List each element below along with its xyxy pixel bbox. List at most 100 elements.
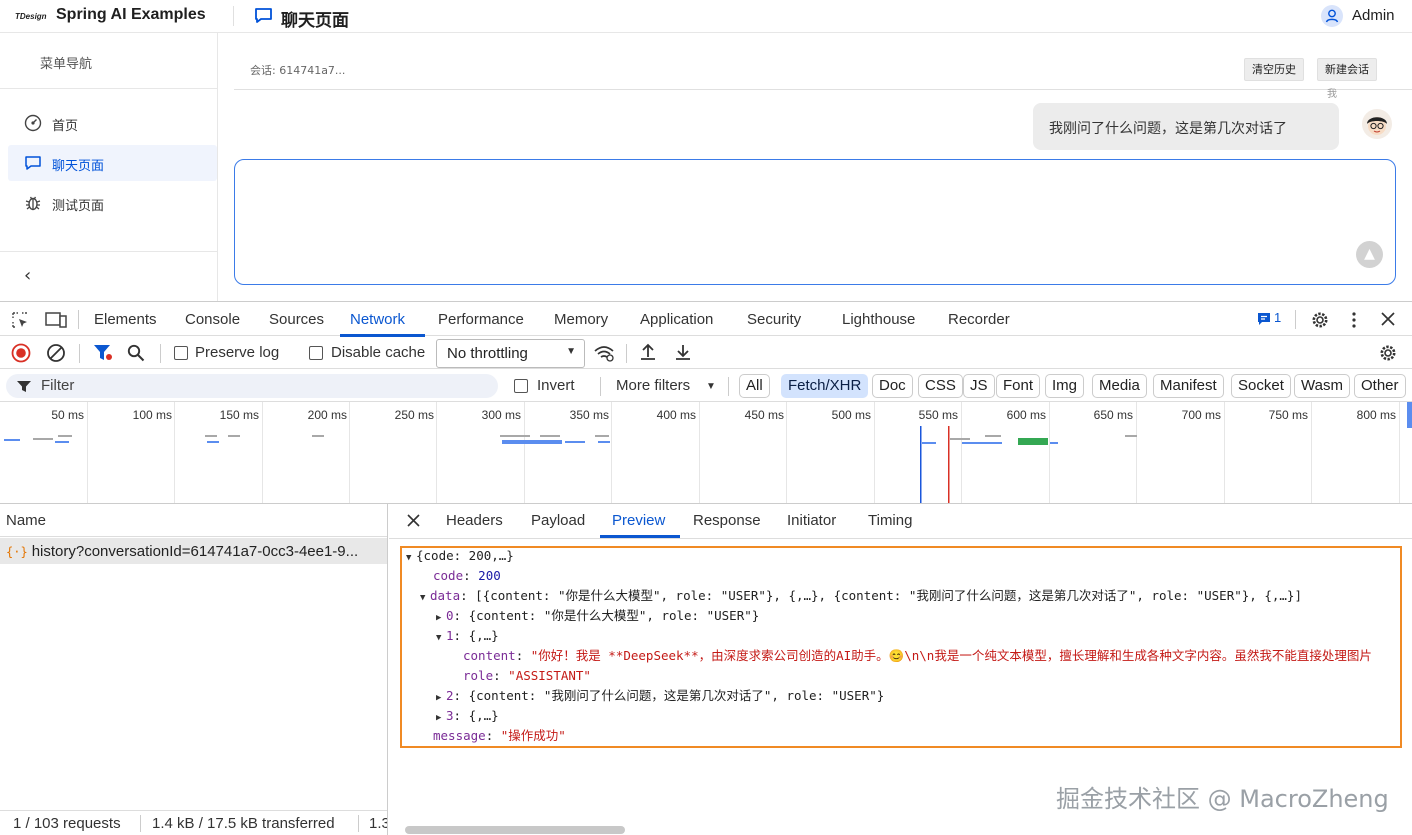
chat-icon	[25, 156, 41, 170]
sidebar-item-home[interactable]: 首页	[8, 105, 217, 141]
throttling-select[interactable]: No throttling ▼	[436, 339, 585, 368]
send-icon[interactable]: ▲	[1356, 241, 1383, 268]
download-icon[interactable]	[674, 343, 692, 361]
json-preview-panel: ▼ {code: 200,…} code: 200 ▼ data: [{conten…	[400, 546, 1402, 748]
preserve-log-label: Preserve log	[195, 344, 280, 361]
close-devtools-icon[interactable]	[1381, 312, 1395, 326]
json-string-value: "操作成功"	[500, 728, 566, 743]
json-item-1-node[interactable]: ▼ 1: {,…}	[436, 626, 499, 646]
json-item-0-node[interactable]: ▶ 0: {content: "你是什么大模型", role: "USER"}	[436, 606, 759, 626]
record-stop-icon[interactable]	[11, 343, 31, 363]
search-icon[interactable]	[127, 344, 145, 362]
chat-panel: 会话: 614741a7... 清空历史 新建会话 我 我刚问了什么问题，这是第…	[218, 33, 1412, 301]
json-key: role	[463, 668, 494, 683]
chat-input[interactable]: ▲	[234, 159, 1396, 285]
tdesign-logo: TDesign	[15, 12, 47, 21]
issues-icon[interactable]	[1257, 312, 1271, 326]
type-filter-fetch-xhr[interactable]: Fetch/XHR	[781, 374, 869, 398]
tab-network[interactable]: Network	[350, 311, 405, 328]
settings-gear-icon[interactable]	[1310, 310, 1330, 330]
request-name: history?conversationId=614741a7-0cc3-4ee…	[31, 543, 359, 560]
json-key: 2	[446, 688, 454, 703]
disable-cache-checkbox[interactable]	[309, 346, 323, 360]
json-item-3-node[interactable]: ▶ 3: {,…}	[436, 706, 499, 726]
json-data-node[interactable]: ▼ data: [{content: "你是什么大模型", role: "USER…	[420, 586, 1302, 606]
json-string-value: "你好！我是 **DeepSeek**，由深度求索公司创造的AI助手。😊\n\n…	[530, 648, 1372, 663]
type-filter-media[interactable]: Media	[1092, 374, 1147, 398]
upload-icon[interactable]	[639, 343, 657, 361]
device-toolbar-icon[interactable]	[45, 311, 67, 329]
toolbar-divider	[600, 377, 601, 396]
collapse-sidebar-button[interactable]: ‹	[24, 265, 31, 286]
type-filter-js[interactable]: JS	[963, 374, 995, 398]
type-filter-css[interactable]: CSS	[918, 374, 963, 398]
watermark-text: 掘金技术社区 @ MacroZheng	[1056, 785, 1389, 813]
message-avatar	[1362, 109, 1392, 139]
json-key: 1	[446, 628, 454, 643]
type-filter-all[interactable]: All	[739, 374, 770, 398]
disable-cache-label: Disable cache	[331, 344, 426, 361]
new-session-button[interactable]: 新建会话	[1317, 58, 1377, 81]
name-column-header[interactable]: Name	[0, 504, 387, 537]
json-content-entry: content: "你好！我是 **DeepSeek**，由深度求索公司创造的A…	[463, 648, 1372, 663]
tab-sources[interactable]: Sources	[269, 311, 324, 328]
horizontal-scrollbar[interactable]	[405, 826, 625, 834]
type-filter-other[interactable]: Other	[1354, 374, 1406, 398]
type-filter-wasm[interactable]: Wasm	[1294, 374, 1350, 398]
inspect-element-icon[interactable]	[11, 311, 29, 329]
json-root-node[interactable]: ▼ {code: 200,…}	[406, 548, 514, 566]
user-avatar[interactable]	[1321, 5, 1343, 27]
tab-performance[interactable]: Performance	[438, 311, 524, 328]
tab-headers[interactable]: Headers	[446, 512, 503, 529]
close-detail-icon[interactable]	[407, 514, 420, 527]
tab-recorder[interactable]: Recorder	[948, 311, 1010, 328]
active-detail-tab-indicator	[600, 535, 680, 538]
toolbar-divider	[626, 344, 627, 363]
more-options-icon[interactable]	[1351, 311, 1357, 329]
json-role-entry: role: "ASSISTANT"	[463, 668, 591, 683]
json-key: 0	[446, 608, 454, 623]
app-header: TDesign Spring AI Examples 聊天页面 Admin	[0, 0, 1412, 33]
type-filter-manifest[interactable]: Manifest	[1153, 374, 1224, 398]
user-name[interactable]: Admin	[1352, 7, 1395, 24]
filter-input[interactable]: Filter	[6, 374, 498, 398]
type-filter-socket[interactable]: Socket	[1231, 374, 1291, 398]
sidebar-item-test[interactable]: 测试页面	[8, 185, 217, 221]
network-timeline-overview[interactable]: 50 ms 100 ms 150 ms 200 ms 250 ms 300 ms…	[0, 402, 1412, 504]
json-number-value: 200	[478, 568, 501, 583]
menu-title: 菜单导航	[40, 57, 93, 72]
type-filter-img[interactable]: Img	[1045, 374, 1085, 398]
type-filter-doc[interactable]: Doc	[872, 374, 913, 398]
tab-security[interactable]: Security	[747, 311, 801, 328]
tab-payload[interactable]: Payload	[531, 512, 585, 529]
tab-initiator[interactable]: Initiator	[787, 512, 836, 529]
filter-funnel-icon[interactable]	[93, 344, 113, 362]
tab-console[interactable]: Console	[185, 311, 240, 328]
type-filter-font[interactable]: Font	[996, 374, 1041, 398]
json-item-2-node[interactable]: ▶ 2: {content: "我刚问了什么问题，这是第几次对话了", role:…	[436, 686, 884, 706]
status-divider	[140, 815, 141, 832]
network-settings-gear-icon[interactable]	[1378, 343, 1398, 363]
tab-memory[interactable]: Memory	[554, 311, 608, 328]
sidebar-item-chat[interactable]: 聊天页面	[8, 145, 217, 181]
json-item-summary: {,…}	[468, 628, 499, 643]
network-conditions-icon[interactable]	[593, 344, 615, 362]
clear-history-button[interactable]: 清空历史	[1244, 58, 1304, 81]
request-row[interactable]: {·} history?conversationId=614741a7-0cc3-…	[0, 538, 387, 564]
preserve-log-checkbox[interactable]	[174, 346, 188, 360]
tab-timing[interactable]: Timing	[868, 512, 912, 529]
clear-log-icon[interactable]	[46, 343, 66, 363]
tab-lighthouse[interactable]: Lighthouse	[842, 311, 915, 328]
more-filters-button[interactable]: More filters	[616, 377, 690, 394]
filter-icon	[17, 381, 31, 392]
filter-placeholder: Filter	[41, 377, 75, 394]
json-key: data	[430, 588, 461, 603]
issues-count[interactable]: 1	[1274, 310, 1281, 325]
tab-elements[interactable]: Elements	[94, 311, 157, 328]
collapsed-triangle-icon: ▶	[436, 693, 442, 703]
tab-application[interactable]: Application	[640, 311, 713, 328]
tab-preview[interactable]: Preview	[612, 512, 665, 529]
invert-checkbox[interactable]	[514, 379, 528, 393]
app-title: Spring AI Examples	[56, 6, 206, 23]
tab-response[interactable]: Response	[693, 512, 761, 529]
